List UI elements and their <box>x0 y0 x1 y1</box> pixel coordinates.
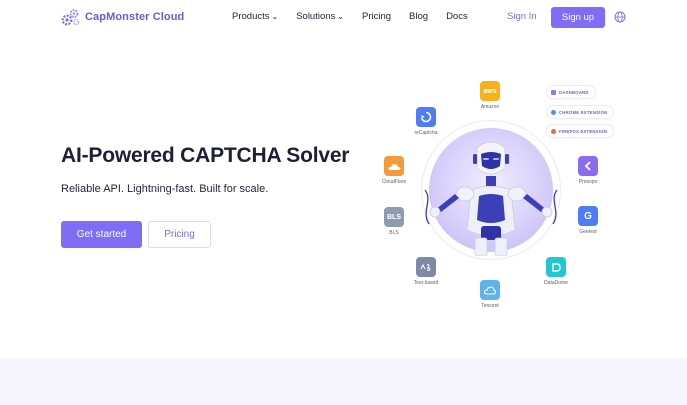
pricing-button[interactable]: Pricing <box>148 221 211 248</box>
bls-icon: BLS <box>384 207 404 227</box>
next-section-band <box>0 358 687 405</box>
chevron-down-icon: ⌄ <box>271 12 279 21</box>
brand-name: CapMonster Cloud <box>85 11 185 23</box>
service-recaptcha: reCaptcha <box>406 107 446 136</box>
geetest-icon: G <box>578 206 598 226</box>
recaptcha-icon <box>416 107 436 127</box>
dashboard-icon <box>551 89 556 95</box>
chip-label: CHROME EXTENSION <box>559 109 608 115</box>
top-navbar: CapMonster Cloud Products ⌄ Solutions ⌄ … <box>0 0 687 36</box>
chip-firefox-extension: FIREFOX EXTENSION <box>547 125 614 137</box>
aws-icon: aws <box>480 81 500 101</box>
service-label: CloudFlare <box>381 179 407 185</box>
hero-subtitle: Reliable API. Lightning-fast. Built for … <box>61 183 269 195</box>
gears-logo-icon <box>61 9 80 26</box>
nav-item-docs[interactable]: Docs <box>446 11 468 22</box>
datadome-icon <box>546 257 566 277</box>
chip-chrome-extension: CHROME EXTENSION <box>547 106 614 118</box>
service-prosopo: Prosopo <box>568 156 608 185</box>
brand-logo[interactable]: CapMonster Cloud <box>61 7 184 27</box>
nav-item-pricing[interactable]: Pricing <box>362 11 391 22</box>
nav-item-label: Solutions <box>296 11 336 22</box>
chip-label: DASHBOARD <box>559 89 589 95</box>
sign-up-button[interactable]: Sign up <box>551 7 605 28</box>
nav-item-label: Docs <box>446 11 468 22</box>
hero-section <box>0 36 687 356</box>
service-label: Amazon <box>480 104 500 110</box>
nav-item-products[interactable]: Products ⌄ <box>232 11 278 22</box>
robot-illustration <box>424 141 558 256</box>
get-started-button[interactable]: Get started <box>61 221 142 248</box>
nav-links: Products ⌄ Solutions ⌄ Pricing Blog Docs <box>232 11 486 22</box>
service-label: Text-based <box>413 280 439 286</box>
service-tencent: Tencent <box>470 280 510 309</box>
nav-item-label: Pricing <box>362 11 392 22</box>
cloudflare-icon <box>384 156 404 176</box>
globe-icon[interactable] <box>614 11 626 23</box>
service-amazon: aws Amazon <box>470 81 510 110</box>
service-label: Prosopo <box>578 179 598 185</box>
chevron-down-icon: ⌄ <box>337 12 344 21</box>
nav-item-label: Products <box>232 11 270 22</box>
prosopo-icon <box>578 156 598 176</box>
chrome-icon <box>551 109 556 115</box>
hero-title: AI-Powered CAPTCHA Solver <box>61 144 350 167</box>
tencent-icon <box>480 280 500 300</box>
service-bls: BLS BLS <box>374 207 414 236</box>
nav-item-label: Blog <box>409 11 429 22</box>
service-label: Geetest <box>579 229 597 235</box>
chip-dashboard: DASHBOARD <box>547 86 595 98</box>
service-text-based: Text-based <box>406 257 446 286</box>
nav-item-solutions[interactable]: Solutions ⌄ <box>296 11 344 22</box>
service-cloudflare: CloudFlare <box>374 156 414 185</box>
service-label: Tencent <box>481 303 499 309</box>
firefox-icon <box>551 128 556 134</box>
sign-in-link[interactable]: Sign In <box>507 11 537 22</box>
service-label: DataDome <box>544 280 568 286</box>
chip-label: FIREFOX EXTENSION <box>559 128 608 134</box>
nav-item-blog[interactable]: Blog <box>409 11 428 22</box>
service-datadome: DataDome <box>536 257 576 286</box>
service-label: reCaptcha <box>414 130 438 136</box>
text-captcha-icon <box>416 257 436 277</box>
service-label: BLS <box>389 230 399 236</box>
service-geetest: G Geetest <box>568 206 608 235</box>
